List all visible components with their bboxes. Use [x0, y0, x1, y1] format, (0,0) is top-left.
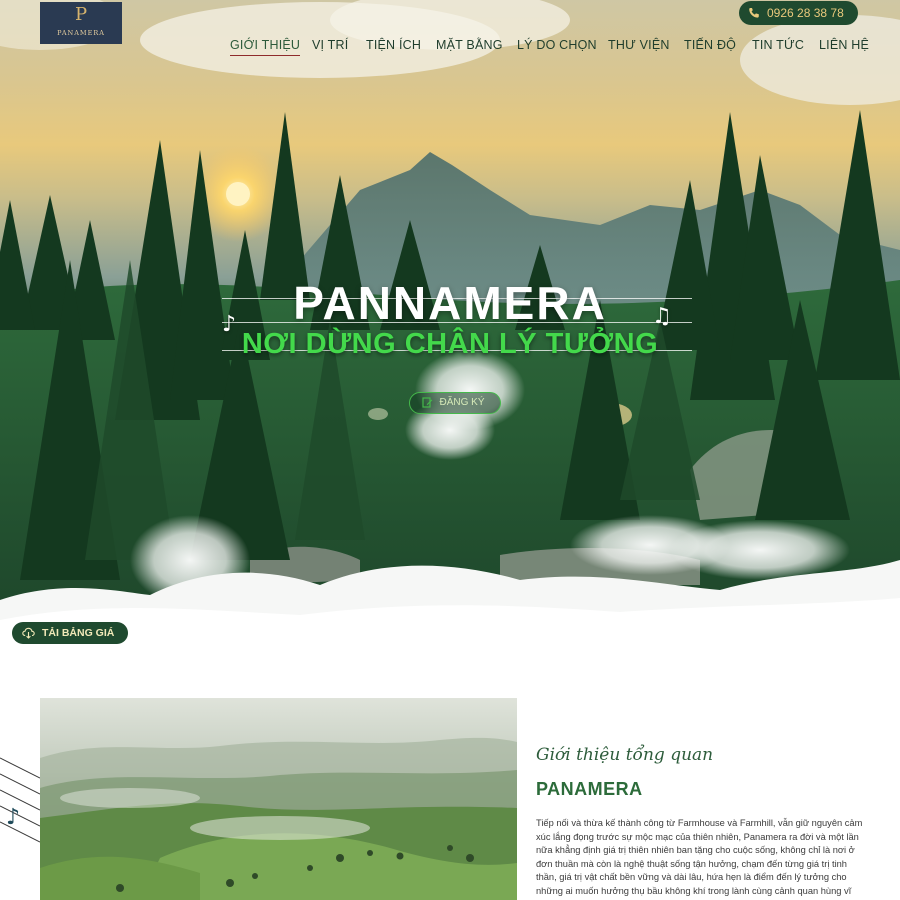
nav-item-tien-do[interactable]: TIẾN ĐỘ: [684, 38, 736, 52]
nav-item-tien-ich[interactable]: TIỆN ÍCH: [366, 38, 421, 52]
nav-item-mat-bang[interactable]: MẶT BẰNG: [436, 38, 503, 52]
logo-text: PANAMERA: [57, 29, 105, 37]
register-button[interactable]: ĐĂNG KÝ: [409, 392, 501, 414]
logo-mark: P: [74, 4, 88, 25]
about-landscape-photo: [40, 698, 517, 900]
download-price-button[interactable]: TẢI BẢNG GIÁ: [12, 622, 128, 644]
hero-subtitle: NƠI DỪNG CHÂN LÝ TƯỞNG: [241, 328, 659, 360]
rolling-hills-image: [40, 698, 517, 900]
nav-item-lien-he[interactable]: LIÊN HỆ: [819, 38, 869, 52]
download-label: TẢI BẢNG GIÁ: [42, 627, 115, 639]
music-staff-decoration: ♪: [0, 757, 40, 843]
register-label: ĐĂNG KÝ: [439, 397, 485, 408]
hotline-number: 0926 28 38 78: [767, 6, 844, 20]
hero-banner: P PANAMERA GIỚI THIỆU VỊ TRÍ TIỆN ÍCH MẶ…: [0, 0, 900, 660]
about-kicker: Giới thiệu tổng quan: [536, 745, 714, 765]
svg-text:♪: ♪: [6, 805, 20, 830]
phone-icon: [749, 8, 759, 18]
about-title: PANAMERA: [536, 779, 643, 799]
about-description: Tiếp nối và thừa kế thành công từ Farmho…: [536, 818, 863, 896]
nav-item-vi-tri[interactable]: VỊ TRÍ: [312, 38, 348, 52]
edit-icon: [422, 397, 433, 408]
site-logo[interactable]: P PANAMERA: [40, 2, 122, 44]
nav-item-gioi-thieu[interactable]: GIỚI THIỆU: [230, 38, 301, 56]
cloud-download-icon: [22, 627, 35, 639]
hotline-button[interactable]: 0926 28 38 78: [739, 1, 858, 25]
nav-item-thu-vien[interactable]: THƯ VIỆN: [608, 38, 670, 52]
music-note-icon: ♫: [652, 304, 672, 329]
title-rule-middle: [222, 322, 692, 323]
nav-item-ly-do-chon[interactable]: LÝ DO CHỌN: [517, 38, 597, 52]
nav-item-tin-tuc[interactable]: TIN TỨC: [752, 38, 804, 52]
